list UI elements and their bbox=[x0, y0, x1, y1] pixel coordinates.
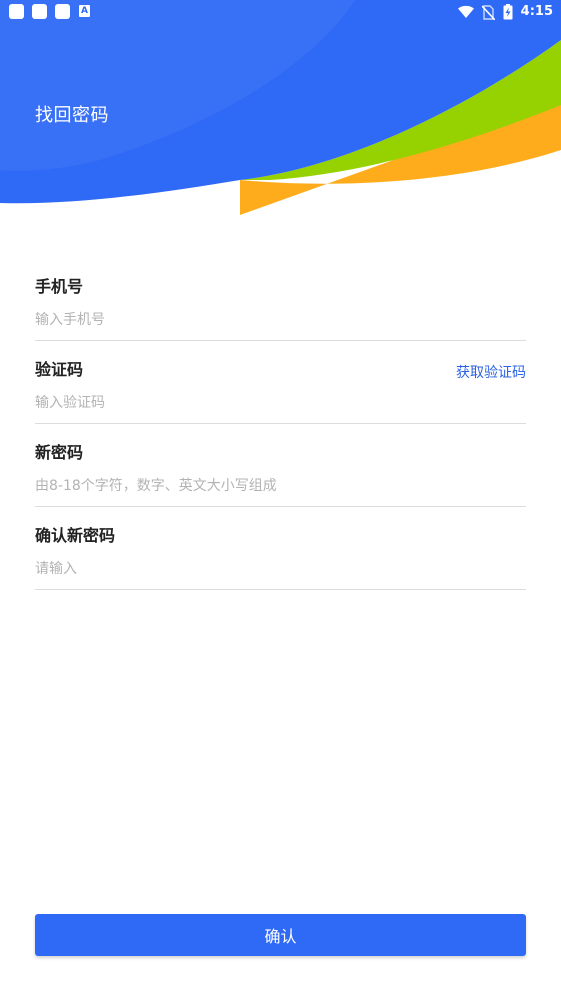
confirm-password-input[interactable] bbox=[35, 559, 435, 579]
code-input[interactable] bbox=[35, 393, 435, 413]
code-label: 验证码 bbox=[35, 360, 84, 379]
battery-charging-icon bbox=[503, 4, 513, 20]
phone-label: 手机号 bbox=[35, 277, 84, 296]
phone-input[interactable] bbox=[35, 310, 435, 330]
new-password-field-group: 新密码 bbox=[35, 424, 526, 507]
code-field-group: 验证码 获取验证码 bbox=[35, 341, 526, 424]
forgot-password-screen: A 4:15 找回密码 手机号 验证码 获取验证码 bbox=[0, 0, 561, 999]
confirm-password-label: 确认新密码 bbox=[35, 526, 116, 545]
app-notification-icon bbox=[9, 4, 24, 19]
confirm-password-field-group: 确认新密码 bbox=[35, 507, 526, 590]
page-title: 找回密码 bbox=[35, 105, 109, 126]
app-notification-icon bbox=[32, 4, 47, 19]
reset-password-form: 手机号 验证码 获取验证码 新密码 确认新密码 bbox=[35, 258, 526, 590]
new-password-label: 新密码 bbox=[35, 443, 84, 462]
status-time: 4:15 bbox=[520, 4, 553, 19]
wifi-icon bbox=[457, 5, 474, 18]
new-password-input[interactable] bbox=[35, 476, 435, 496]
no-sim-icon bbox=[481, 4, 495, 20]
a-notification-icon: A bbox=[79, 5, 90, 17]
confirm-button[interactable]: 确认 bbox=[35, 914, 526, 956]
status-icons: 4:15 bbox=[457, 2, 553, 22]
phone-field-group: 手机号 bbox=[35, 258, 526, 341]
get-code-button[interactable]: 获取验证码 bbox=[456, 363, 526, 383]
status-bar: A 4:15 bbox=[0, 0, 561, 24]
app-notification-icon bbox=[55, 4, 70, 19]
